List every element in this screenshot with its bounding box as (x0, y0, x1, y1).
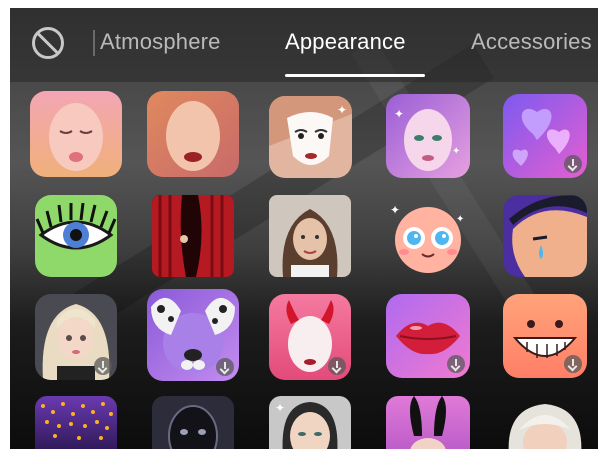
kiss-face-icon[interactable] (30, 91, 122, 177)
glossy-lips-icon[interactable] (386, 294, 470, 378)
white-mask-icon[interactable]: ✦ (269, 96, 352, 178)
svg-text:✦: ✦ (337, 103, 347, 117)
dalmatian-dog-icon[interactable] (147, 289, 239, 381)
crying-face-icon[interactable] (503, 195, 587, 277)
svg-text:✦: ✦ (452, 146, 460, 157)
lashes-eye-icon[interactable] (35, 195, 117, 277)
download-icon (564, 355, 582, 373)
purple-hearts-icon[interactable] (503, 94, 587, 178)
red-curtain-icon[interactable] (152, 195, 234, 277)
effects-panel: Atmosphere Appearance Accessories ✦ ✦ ✦ … (10, 8, 598, 449)
effects-grid: ✦ ✦ ✦ ✦ ✦ ✦ (10, 8, 598, 449)
big-smile-face-icon[interactable] (503, 294, 587, 378)
devil-horns-face-icon[interactable] (269, 294, 351, 380)
download-icon (447, 355, 465, 373)
svg-text:✦: ✦ (390, 203, 400, 217)
svg-text:✦: ✦ (275, 401, 285, 415)
sparkle-face-icon[interactable]: ✦ (269, 396, 351, 449)
download-icon (564, 155, 582, 173)
gold-glitter-icon[interactable] (35, 396, 117, 449)
bunny-ears-icon[interactable] (386, 396, 470, 449)
svg-text:✦: ✦ (456, 214, 464, 225)
portrait-photo-icon[interactable] (269, 195, 351, 277)
sparkle-makeup-face-icon[interactable]: ✦ ✦ (386, 94, 470, 178)
red-lips-face-icon[interactable] (147, 91, 239, 177)
download-icon (328, 357, 346, 375)
sparkle-eyes-face-icon[interactable]: ✦ ✦ (386, 200, 470, 276)
svg-text:✦: ✦ (394, 107, 404, 121)
download-icon (94, 357, 112, 375)
white-hair-face-icon[interactable] (503, 396, 587, 449)
download-icon (216, 358, 234, 376)
dark-face-icon[interactable] (152, 396, 234, 449)
blonde-avatar-icon[interactable] (35, 294, 117, 380)
